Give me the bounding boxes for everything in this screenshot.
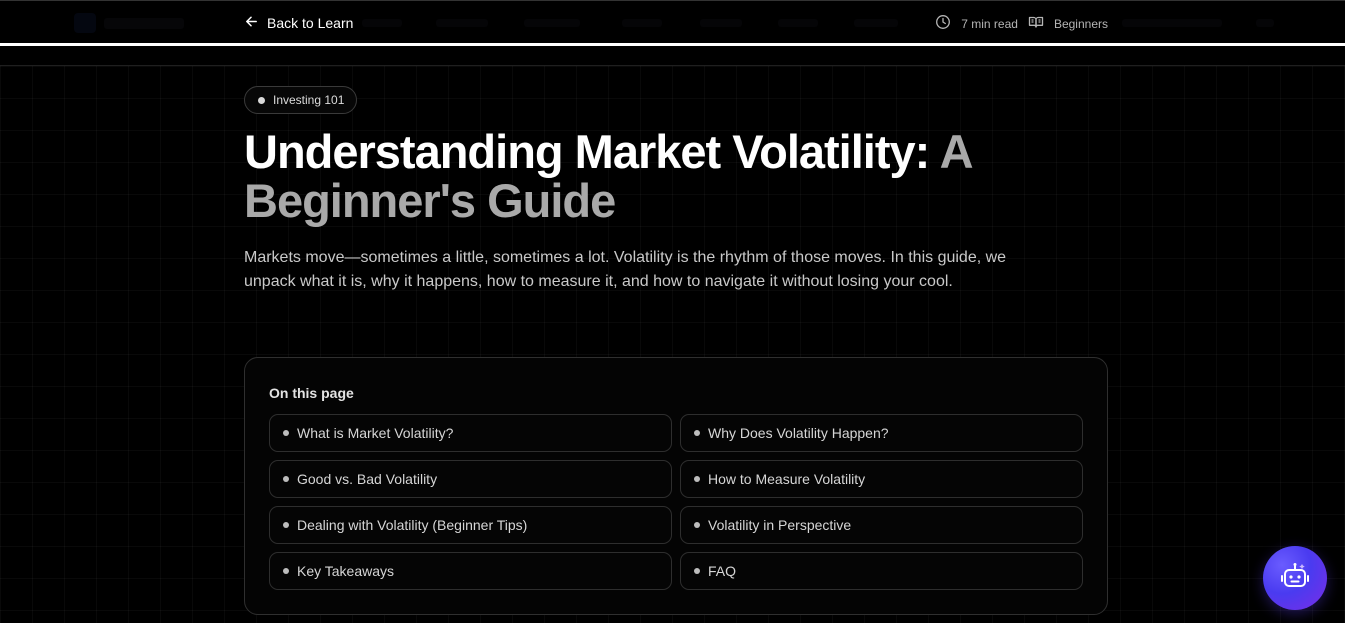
toc-item-label: How to Measure Volatility [708,471,866,487]
toc-item[interactable]: Why Does Volatility Happen? [680,414,1083,452]
toc-item-label: Why Does Volatility Happen? [708,425,889,441]
category-badge: Investing 101 [244,86,358,114]
bullet-icon [283,522,289,528]
category-label: Investing 101 [273,93,345,107]
robot-icon [1278,559,1312,598]
toc-item[interactable]: Key Takeaways [269,552,672,590]
toc-item[interactable]: What is Market Volatility? [269,414,672,452]
toc-item[interactable]: Good vs. Bad Volatility [269,460,672,498]
toc-item-label: Key Takeaways [297,563,395,579]
toc-item[interactable]: Volatility in Perspective [680,506,1083,544]
clock-icon [935,14,951,33]
arrow-left-icon [244,14,259,32]
back-link-label: Back to Learn [267,15,354,31]
read-time: 7 min read [935,14,1018,33]
toc-item[interactable]: FAQ [680,552,1083,590]
back-to-learn-link[interactable]: Back to Learn [244,14,353,32]
toc-item-label: Volatility in Perspective [708,517,852,533]
header-divider [0,65,1345,66]
bullet-icon [283,568,289,574]
page-title: Understanding Market Volatility: A Begin… [244,127,1044,225]
bullet-icon [694,522,700,528]
reader-level-label: Beginners [1053,16,1108,31]
bullet-icon [694,430,700,436]
toc-item[interactable]: Dealing with Volatility (Beginner Tips) [269,506,672,544]
bullet-icon [694,476,700,482]
article-intro: Markets move—sometimes a little, sometim… [244,249,1007,290]
title-accent: A [939,125,974,178]
toc-item-label: Good vs. Bad Volatility [297,471,438,487]
toc-item-label: What is Market Volatility? [297,425,454,441]
ai-assistant-button[interactable] [1263,546,1327,610]
bullet-icon [694,568,700,574]
table-of-contents: On this page What is Market Volatility? … [244,357,1108,615]
read-time-label: 7 min read [961,16,1018,31]
toc-title: On this page [269,385,354,401]
bullet-icon [283,430,289,436]
toc-item-label: FAQ [708,563,737,579]
title-accent: Beginner's Guide [244,174,616,227]
book-open-icon [1028,14,1044,33]
toc-item[interactable]: How to Measure Volatility [680,460,1083,498]
article-top-bar: Back to Learn 7 min read Beginners [0,0,1345,46]
article-meta: 7 min read Beginners [935,14,1108,33]
title-main: Understanding Market Volatility: [244,125,930,178]
reader-level: Beginners [1028,14,1108,33]
badge-dot [258,96,265,104]
bullet-icon [283,476,289,482]
toc-item-label: Dealing with Volatility (Beginner Tips) [297,517,528,533]
